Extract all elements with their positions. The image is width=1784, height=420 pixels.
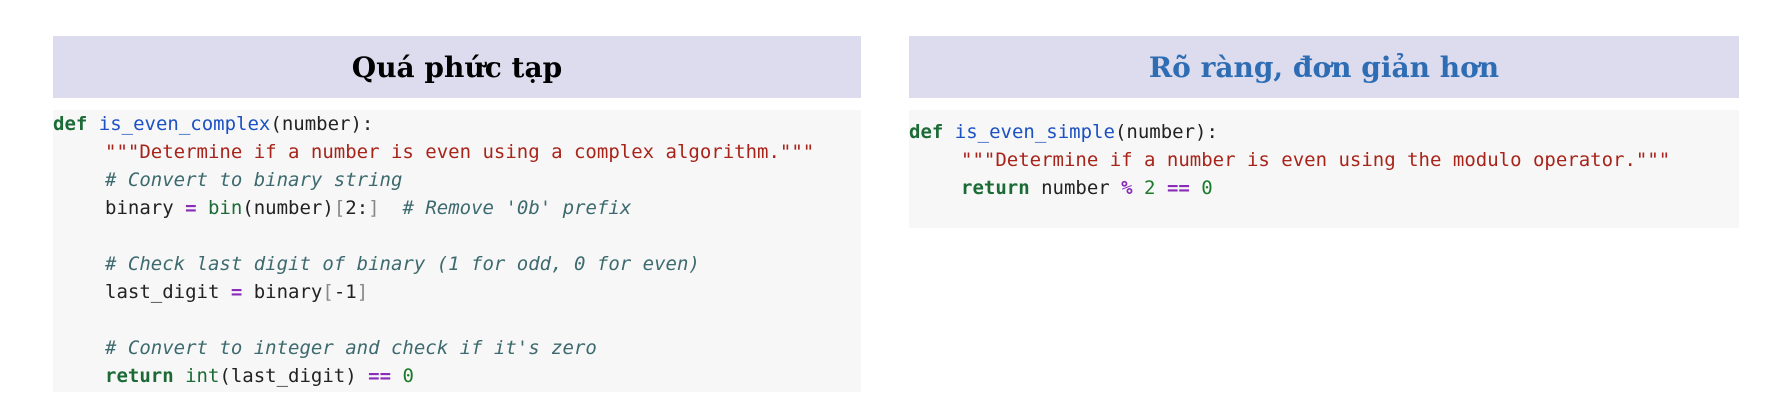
code-comment: # Remove '0b' prefix [379,197,632,219]
code-number: 0 [1189,177,1213,199]
code-docstring: """Determine if a number is even using t… [961,149,1671,171]
code-line: binary = bin(number)[2:] # Remove '0b' p… [53,194,861,222]
code-bracket: ] [368,197,380,219]
code-keyword: return [961,177,1030,199]
code-line: last_digit = binary[-1] [53,278,861,306]
code-number: 0 [391,365,414,387]
code-comment: # Convert to integer and check if it's z… [105,337,597,359]
simple-example-title: Rõ ràng, đơn giản hơn [909,36,1739,98]
code-operator: == [1166,177,1190,199]
code-text: binary [105,197,186,219]
code-text: (number): [1114,121,1218,143]
code-text: binary [242,281,323,303]
complex-code-block: def is_even_complex(number): """Determine… [53,110,861,392]
code-operator: == [368,365,392,387]
code-text: number [1029,177,1122,199]
code-builtin: bin [196,197,243,219]
code-text: (last_digit) [219,365,369,387]
code-line: # Convert to binary string [53,166,861,194]
code-number: 2 [1132,177,1167,199]
code-builtin: int [173,365,220,387]
code-text: (number): [270,113,374,135]
code-operator: = [185,197,197,219]
code-bracket: [ [333,197,346,219]
code-line: """Determine if a number is even using a… [53,138,861,166]
code-comment: # Check last digit of binary (1 for odd,… [105,253,700,275]
code-keyword: def [53,113,88,135]
code-text: 2: [345,197,369,219]
code-bracket: ] [356,281,369,303]
code-function-name: is_even_simple [954,121,1115,143]
code-docstring: """Determine if a number is even using a… [105,141,815,163]
code-text: -1 [333,281,357,303]
code-line: return number % 2 == 0 [909,174,1739,202]
code-line: def is_even_simple(number): [909,118,1739,146]
simple-code-block: def is_even_simple(number): """Determine … [909,110,1739,228]
code-text: last_digit [105,281,231,303]
code-function-name: is_even_complex [98,113,271,135]
code-line: def is_even_complex(number): [53,110,861,138]
code-line: return int(last_digit) == 0 [53,362,861,390]
code-operator: % [1121,177,1133,199]
complex-example-panel: Quá phức tạp def is_even_complex(number)… [53,36,861,392]
code-text: (number) [242,197,334,219]
simple-example-panel: Rõ ràng, đơn giản hơn def is_even_simple… [909,36,1739,228]
code-comment: # Convert to binary string [105,169,403,191]
code-line: # Check last digit of binary (1 for odd,… [53,250,861,278]
code-operator: = [230,281,243,303]
complex-example-title: Quá phức tạp [53,36,861,98]
code-bracket: [ [322,281,334,303]
code-keyword: def [909,121,944,143]
code-keyword: return [105,365,174,387]
code-line: # Convert to integer and check if it's z… [53,334,861,362]
code-line: """Determine if a number is even using t… [909,146,1739,174]
